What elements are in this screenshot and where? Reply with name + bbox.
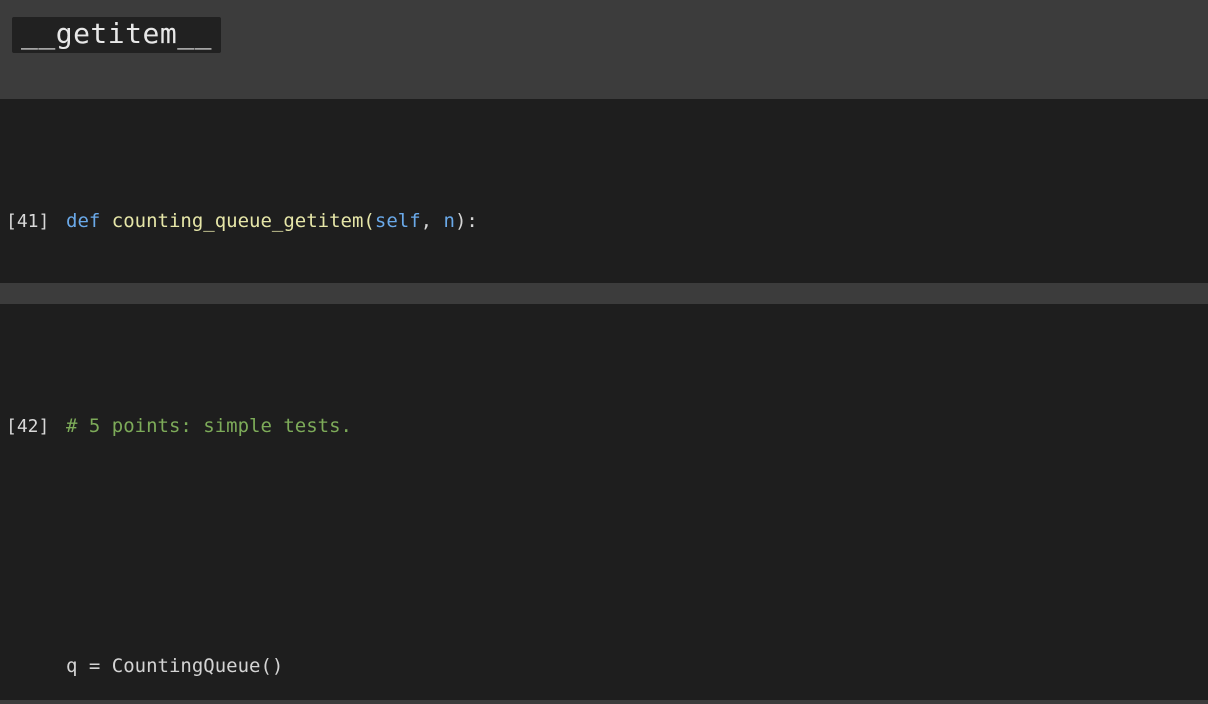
notebook-page: __getitem__ [41] def counting_queue_getit… [0,0,1208,704]
code-line: [42] # 5 points: simple tests. [0,411,1208,441]
token-keyword-def: def [66,210,101,232]
page-title: __getitem__ [12,17,221,53]
page-footer-strip [0,700,1208,704]
token-param-self: self [374,210,421,232]
prompt-spacer: [42] [0,532,66,562]
execution-count-42: [42] [6,416,50,437]
prompt-spacer: [42] [0,652,66,682]
execution-count-41: [41] [6,211,50,232]
code-cell-41-source[interactable]: [41] def counting_queue_getitem(self, n):… [0,99,1208,283]
code-line: [42]q = CountingQueue() [0,651,1208,681]
markdown-heading-cell[interactable]: __getitem__ [0,0,1208,99]
cell-separator [0,283,1208,304]
token-close-colon: ): [454,210,478,232]
token-function-name: counting_queue_getitem( [100,210,375,232]
token-statement: q = CountingQueue() [66,655,284,677]
token-comment: # 5 points: simple tests. [66,415,352,437]
code-line: [41] def counting_queue_getitem(self, n): [0,206,1208,236]
code-cell-41[interactable]: [41] def counting_queue_getitem(self, n):… [0,99,1208,283]
code-cell-42[interactable]: [42]# 5 points: simple tests. [42] [42]q… [0,304,1208,700]
token-comma: , [420,210,444,232]
token-param-n: n [443,210,455,232]
code-line-blank: [42] [0,531,1208,561]
code-cell-42-source[interactable]: [42]# 5 points: simple tests. [42] [42]q… [0,304,1208,700]
